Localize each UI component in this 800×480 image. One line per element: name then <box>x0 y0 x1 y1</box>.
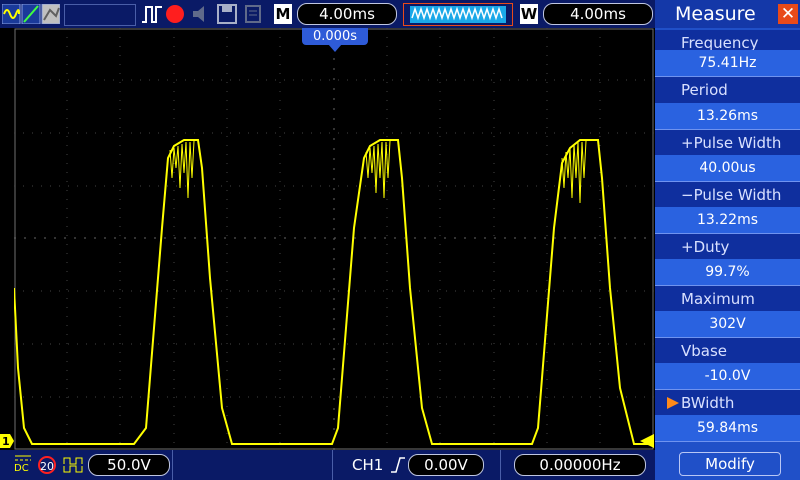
coupling-badge[interactable]: DC <box>14 454 32 474</box>
waveform-display[interactable] <box>13 28 654 450</box>
selected-arrow-icon <box>667 397 679 409</box>
printer-icon[interactable] <box>242 4 264 24</box>
measure-label-bwidth[interactable]: BWidth <box>655 390 800 416</box>
trigger-frequency: 0.00000Hz <box>514 454 646 476</box>
measure-value-pos-pulse-width: 40.00us <box>655 155 800 181</box>
measure-label-period[interactable]: Period <box>655 77 800 103</box>
waveform-graticule <box>13 28 654 450</box>
trigger-level-marker-icon[interactable] <box>640 434 654 448</box>
modify-button[interactable]: Modify <box>679 452 781 476</box>
trigger-source[interactable]: CH1 <box>352 456 383 474</box>
status-box <box>64 4 136 26</box>
divider <box>332 450 333 480</box>
measure-value-period: 13.26ms <box>655 103 800 129</box>
measure-label-pos-pulse-width[interactable]: +Pulse Width <box>655 130 800 156</box>
window-overview[interactable] <box>403 3 513 26</box>
bandwidth-limit-badge[interactable]: 20 <box>38 456 56 474</box>
divider <box>655 441 800 442</box>
window-wave-icon <box>410 6 506 23</box>
measure-label-duty[interactable]: +Duty <box>655 234 800 260</box>
trigger-position-label[interactable]: 0.000s <box>302 28 368 45</box>
measure-value-neg-pulse-width: 13.22ms <box>655 207 800 233</box>
panel-title-bar: Measure ✕ <box>655 0 800 28</box>
channel1-marker-label: 1 <box>2 435 10 448</box>
rising-edge-icon[interactable] <box>390 456 406 474</box>
divider <box>172 450 173 480</box>
invert-icon[interactable] <box>62 456 84 474</box>
pulse-trigger-icon[interactable] <box>140 4 164 24</box>
measure-value-frequency: 75.41Hz <box>655 50 800 76</box>
measure-value-bwidth: 59.84ms <box>655 415 800 441</box>
window-timebase-label: W <box>520 4 538 24</box>
trigger-position-marker-icon <box>328 44 342 52</box>
speaker-icon[interactable] <box>190 4 214 24</box>
main-timebase-label: M <box>274 4 292 24</box>
bottom-status-bar: DC 20 50.0V CH1 0.00V 0.00000Hz <box>0 450 655 480</box>
volts-per-div[interactable]: 50.0V <box>88 454 170 476</box>
measure-value-duty: 99.7% <box>655 259 800 285</box>
trigger-level[interactable]: 0.00V <box>408 454 484 476</box>
measure-panel: Measure ✕ Frequency 75.41Hz Period 13.26… <box>655 0 800 480</box>
window-timebase[interactable]: 4.00ms <box>543 3 653 25</box>
trace-noise <box>169 140 587 204</box>
divider <box>500 450 501 480</box>
dc-coupling-icon <box>15 455 31 461</box>
record-icon[interactable] <box>166 5 184 23</box>
measure-label-maximum[interactable]: Maximum <box>655 286 800 312</box>
measure-value-vbase: -10.0V <box>655 363 800 389</box>
measure-value-maximum: 302V <box>655 311 800 337</box>
coupling-label: DC <box>14 463 29 474</box>
acquire-mode-icons[interactable] <box>2 4 60 24</box>
save-disk-icon[interactable] <box>216 4 238 24</box>
main-timebase[interactable]: 4.00ms <box>297 3 397 25</box>
top-toolbar: M 4.00ms W 4.00ms <box>0 0 655 28</box>
measure-label-neg-pulse-width[interactable]: −Pulse Width <box>655 182 800 208</box>
close-icon[interactable]: ✕ <box>778 4 798 24</box>
panel-title: Measure <box>675 3 756 25</box>
measure-label-vbase[interactable]: Vbase <box>655 338 800 364</box>
